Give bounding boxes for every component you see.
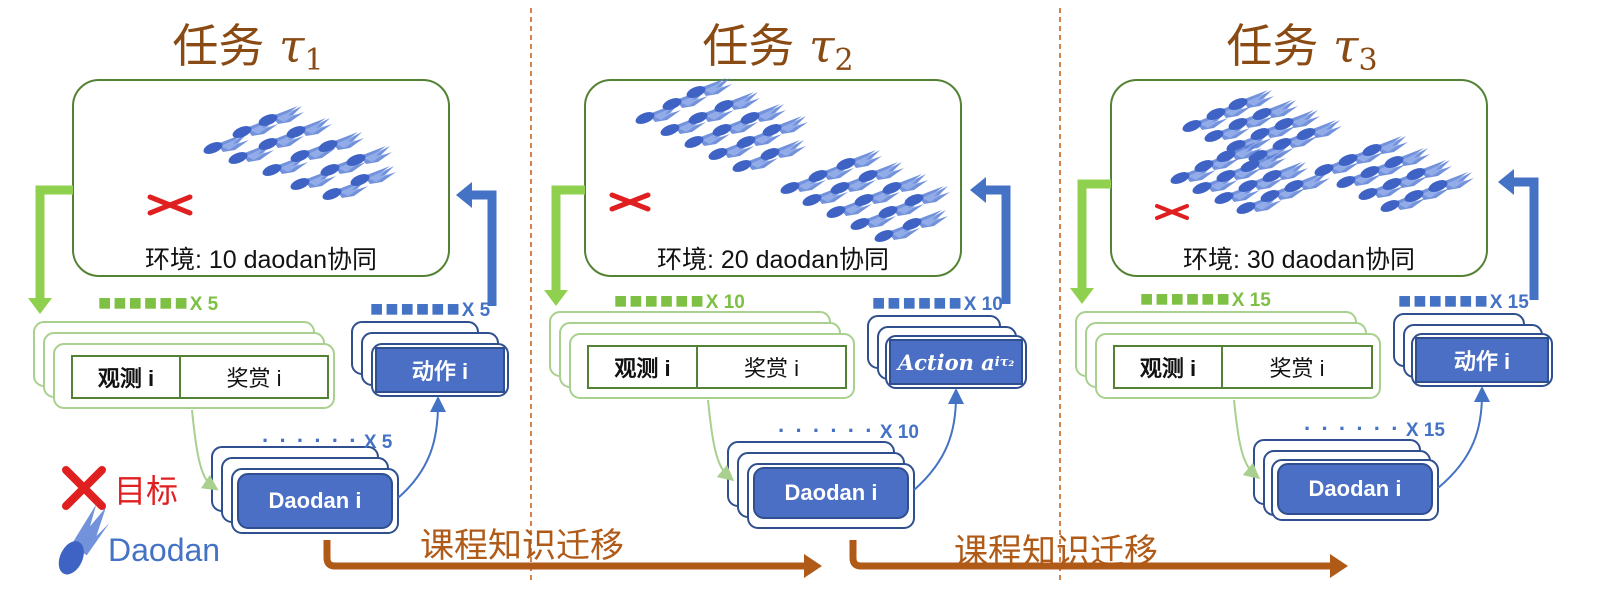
daodan-to-action-arrow bbox=[397, 396, 446, 499]
daodan-missile-icon bbox=[58, 504, 110, 575]
daodan-count: · · · · · · X 10 bbox=[778, 418, 919, 443]
action-label: 动作 i bbox=[411, 359, 469, 384]
action-count: ■■■■■■X 15 bbox=[1398, 288, 1529, 313]
observation-arrow bbox=[1077, 179, 1111, 290]
action-label: 动作 i bbox=[1453, 349, 1511, 374]
reward-cell: 奖赏 i bbox=[226, 366, 282, 391]
obs-to-daodan-arrow bbox=[1233, 399, 1261, 480]
action-arrow bbox=[1512, 177, 1539, 300]
obs-count: ■■■■■■X 15 bbox=[1140, 286, 1271, 311]
daodan-count: · · · · · · X 15 bbox=[1304, 416, 1445, 441]
daodan-label: Daodan i bbox=[1308, 476, 1402, 501]
task-3-title: 任务 τ3 bbox=[1226, 19, 1378, 78]
environment-label: 环境: 30 daodan协同 bbox=[1182, 246, 1416, 274]
environment-label: 环境: 20 daodan协同 bbox=[656, 246, 890, 274]
legend-target-label: 目标 bbox=[114, 473, 179, 509]
obs-to-daodan-arrow bbox=[191, 409, 219, 491]
action-arrow bbox=[984, 185, 1011, 304]
environment-label: 环境: 10 daodan协同 bbox=[144, 246, 378, 274]
transfer-label-1: 课程知识迁移 bbox=[420, 527, 624, 565]
action-arrow bbox=[470, 190, 497, 306]
task-1-title: 任务 τ1 bbox=[172, 19, 324, 78]
task-2-title: 任务 τ2 bbox=[702, 19, 854, 78]
observation-cell: 观测 i bbox=[1139, 356, 1197, 381]
daodan-to-action-arrow bbox=[913, 388, 964, 491]
obs-count: ■■■■■■X 5 bbox=[98, 290, 219, 315]
daodan-count: · · · · · · X 5 bbox=[262, 428, 393, 453]
action-label: Action a i τ₂ bbox=[897, 349, 1015, 375]
daodan-label: Daodan i bbox=[784, 480, 878, 505]
observation-cell: 观测 i bbox=[614, 356, 671, 381]
transfer-label-2: 课程知识迁移 bbox=[954, 533, 1158, 571]
target-cross-icon bbox=[62, 466, 106, 510]
obs-to-daodan-arrow bbox=[707, 399, 735, 482]
observation-cell: 观测 i bbox=[97, 366, 155, 391]
observation-arrow bbox=[551, 185, 585, 292]
reward-cell: 奖赏 i bbox=[743, 356, 799, 381]
action-count: ■■■■■■X 5 bbox=[370, 296, 491, 321]
obs-count: ■■■■■■X 10 bbox=[614, 288, 745, 313]
reward-cell: 奖赏 i bbox=[1269, 356, 1325, 381]
observation-arrow bbox=[35, 185, 73, 300]
legend-daodan-label: Daodan bbox=[108, 532, 221, 568]
action-count: ■■■■■■X 10 bbox=[872, 290, 1003, 315]
daodan-label: Daodan i bbox=[268, 488, 362, 513]
